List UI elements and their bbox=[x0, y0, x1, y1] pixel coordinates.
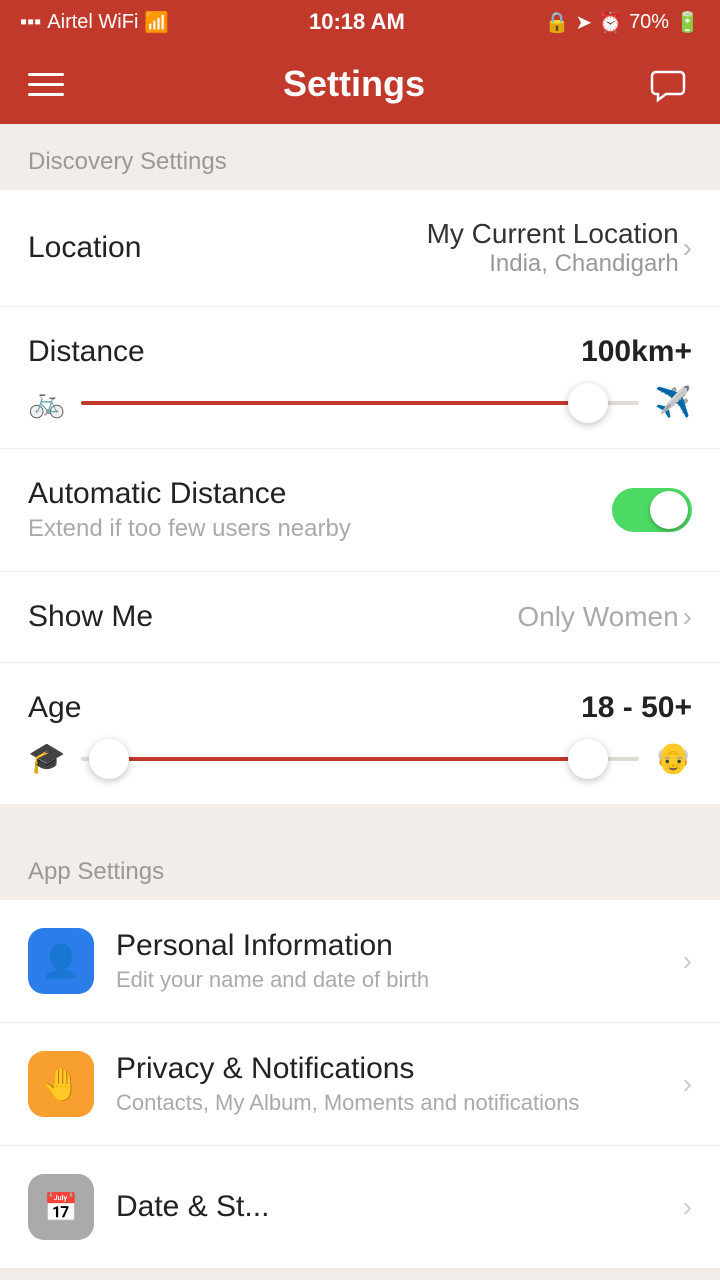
automatic-distance-label: Automatic Distance bbox=[28, 477, 351, 511]
header: Settings bbox=[0, 44, 720, 124]
location-sub: India, Chandigarh bbox=[427, 250, 679, 278]
age-section: Age 18 - 50+ 🎓 👴 bbox=[0, 663, 720, 804]
distance-value: 100km+ bbox=[581, 335, 692, 369]
date-settings-chevron: › bbox=[683, 1191, 692, 1223]
page-title: Settings bbox=[283, 63, 425, 105]
chat-button[interactable] bbox=[644, 60, 692, 108]
distance-slider-thumb[interactable] bbox=[568, 383, 608, 423]
menu-button[interactable] bbox=[28, 73, 64, 96]
status-left: ▪▪▪ Airtel WiFi 📶 bbox=[20, 10, 169, 35]
date-settings-row[interactable]: 📅 Date & St... › bbox=[0, 1146, 720, 1269]
location-main: My Current Location bbox=[427, 218, 679, 250]
signal-icon: ▪▪▪ bbox=[20, 11, 41, 34]
personal-info-chevron: › bbox=[683, 945, 692, 977]
discovery-settings-card: Location My Current Location India, Chan… bbox=[0, 190, 720, 804]
personal-info-subtitle: Edit your name and date of birth bbox=[116, 967, 661, 993]
personal-info-row[interactable]: 👤 Personal Information Edit your name an… bbox=[0, 900, 720, 1023]
person-icon: 👤 bbox=[41, 942, 81, 980]
lock-icon: 🔒 bbox=[544, 10, 569, 35]
distance-slider-fill bbox=[81, 401, 599, 405]
location-value: My Current Location India, Chandigarh › bbox=[427, 218, 692, 278]
location-icon: ➤ bbox=[575, 10, 592, 35]
distance-slider-track[interactable] bbox=[81, 401, 638, 405]
age-slider-row: 🎓 👴 bbox=[28, 741, 692, 794]
wifi-icon: 📶 bbox=[144, 10, 169, 35]
status-right: 🔒 ➤ ⏰ 70% 🔋 bbox=[544, 10, 700, 35]
age-slider-thumb-left[interactable] bbox=[89, 739, 129, 779]
date-settings-text: Date & St... bbox=[116, 1190, 661, 1224]
status-bar: ▪▪▪ Airtel WiFi 📶 10:18 AM 🔒 ➤ ⏰ 70% 🔋 bbox=[0, 0, 720, 44]
show-me-row[interactable]: Show Me Only Women › bbox=[0, 572, 720, 663]
toggle-knob bbox=[650, 491, 688, 529]
date-settings-title: Date & St... bbox=[116, 1190, 661, 1224]
privacy-notifications-chevron: › bbox=[683, 1068, 692, 1100]
alarm-icon: ⏰ bbox=[598, 10, 623, 35]
hand-icon: 🤚 bbox=[41, 1065, 81, 1103]
section-gap-1 bbox=[0, 804, 720, 834]
age-slider-thumb-right[interactable] bbox=[568, 739, 608, 779]
automatic-distance-subtitle: Extend if too few users nearby bbox=[28, 515, 351, 543]
privacy-notifications-row[interactable]: 🤚 Privacy & Notifications Contacts, My A… bbox=[0, 1023, 720, 1146]
show-me-label: Show Me bbox=[28, 600, 153, 634]
distance-icon-right: ✈️ bbox=[655, 385, 692, 420]
calendar-icon: 📅 bbox=[44, 1191, 79, 1224]
personal-info-icon: 👤 bbox=[28, 928, 94, 994]
location-label: Location bbox=[28, 231, 141, 265]
location-chevron: › bbox=[683, 232, 692, 264]
show-me-chevron: › bbox=[683, 601, 692, 633]
distance-slider-row: 🚲 ✈️ bbox=[28, 385, 692, 438]
personal-info-text: Personal Information Edit your name and … bbox=[116, 929, 661, 993]
show-me-value-text: Only Women bbox=[517, 601, 678, 633]
automatic-distance-toggle[interactable] bbox=[612, 488, 692, 532]
status-time: 10:18 AM bbox=[309, 9, 405, 35]
distance-section: Distance 100km+ 🚲 ✈️ bbox=[0, 307, 720, 449]
date-settings-icon: 📅 bbox=[28, 1174, 94, 1240]
privacy-notifications-subtitle: Contacts, My Album, Moments and notifica… bbox=[116, 1090, 661, 1116]
discovery-section-header: Discovery Settings bbox=[0, 124, 720, 190]
age-icon-right: 👴 bbox=[655, 741, 692, 776]
age-slider-track[interactable] bbox=[81, 757, 638, 761]
privacy-notifications-title: Privacy & Notifications bbox=[116, 1052, 661, 1086]
personal-info-title: Personal Information bbox=[116, 929, 661, 963]
distance-label: Distance bbox=[28, 335, 145, 369]
age-value: 18 - 50+ bbox=[581, 691, 692, 725]
battery-label: 70% bbox=[629, 11, 669, 34]
age-icon-left: 🎓 bbox=[28, 741, 65, 776]
privacy-notifications-text: Privacy & Notifications Contacts, My Alb… bbox=[116, 1052, 661, 1116]
app-settings-card: 👤 Personal Information Edit your name an… bbox=[0, 900, 720, 1269]
show-me-value: Only Women › bbox=[517, 601, 692, 633]
privacy-notifications-icon: 🤚 bbox=[28, 1051, 94, 1117]
age-label: Age bbox=[28, 691, 81, 725]
carrier-label: Airtel WiFi bbox=[47, 11, 138, 34]
location-row[interactable]: Location My Current Location India, Chan… bbox=[0, 190, 720, 307]
distance-icon-left: 🚲 bbox=[28, 385, 65, 420]
app-section-header: App Settings bbox=[0, 834, 720, 900]
automatic-distance-row: Automatic Distance Extend if too few use… bbox=[0, 449, 720, 572]
battery-icon: 🔋 bbox=[675, 10, 700, 35]
age-slider-fill bbox=[109, 757, 599, 761]
